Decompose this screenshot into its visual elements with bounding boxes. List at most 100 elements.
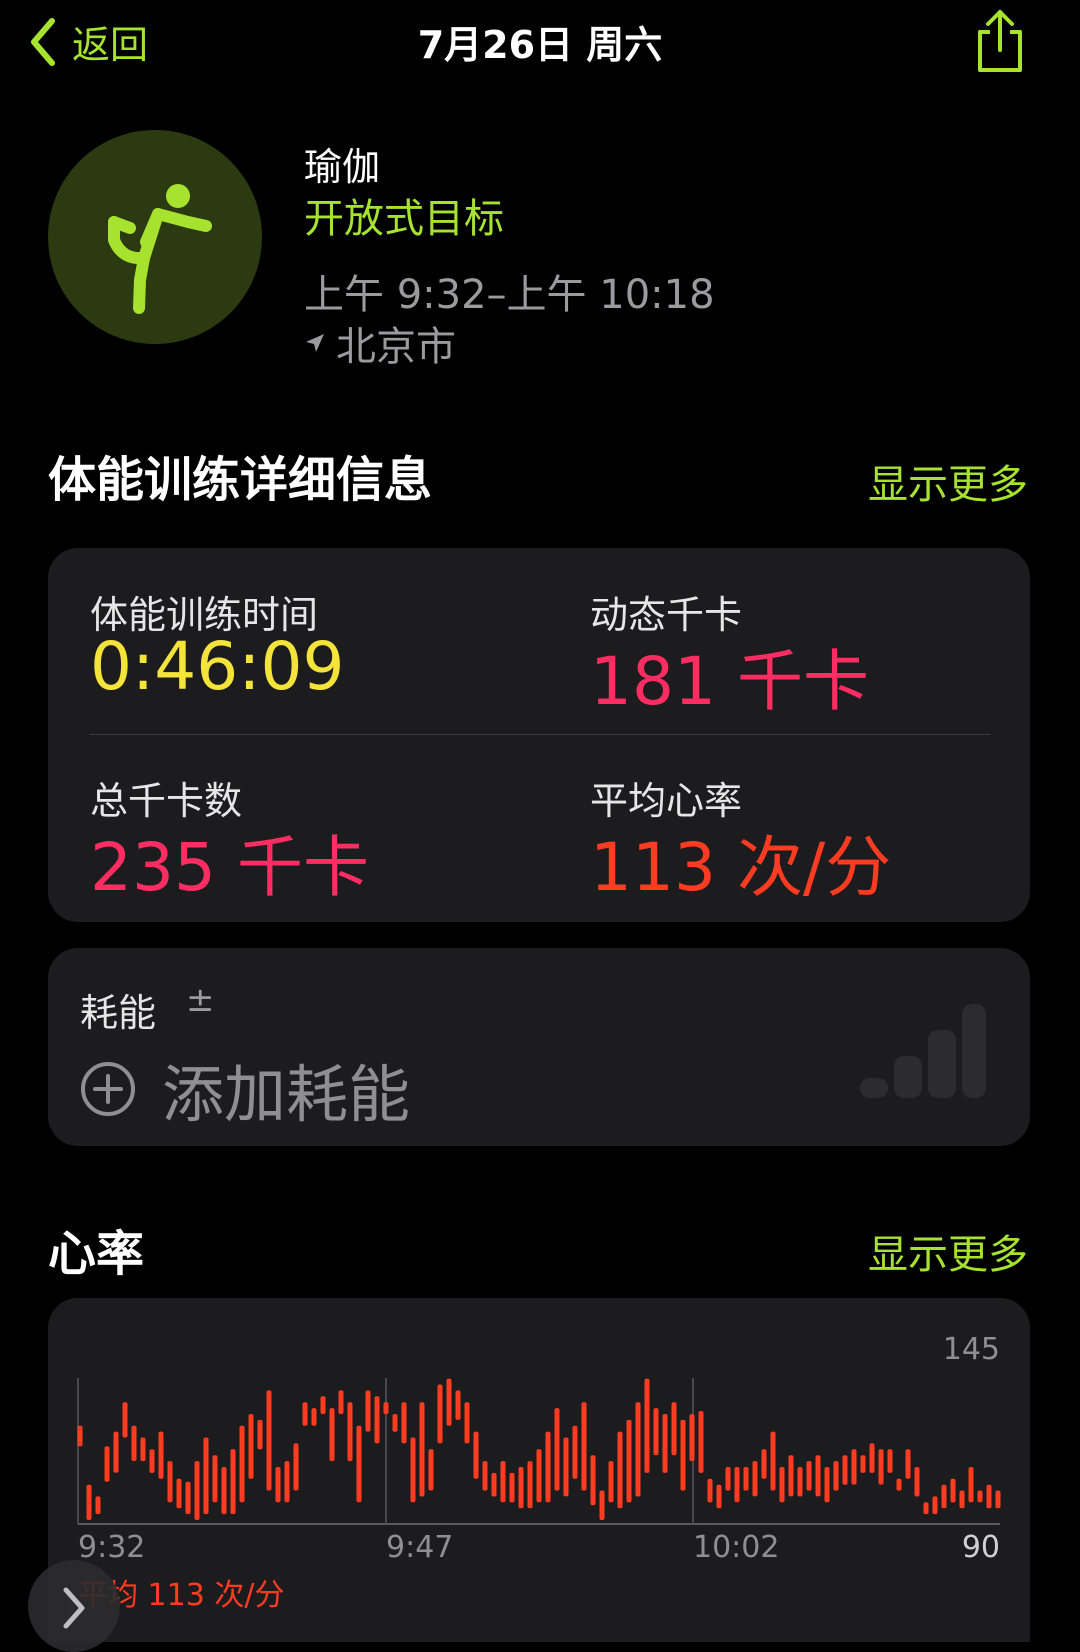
details-show-more-link[interactable]: 显示更多 xyxy=(868,452,1028,510)
plus-circle-icon xyxy=(81,1062,135,1116)
heart-rate-bar xyxy=(176,1478,182,1509)
heart-rate-bar xyxy=(959,1490,965,1509)
metric-value-duration: 0:46:09 xyxy=(90,628,345,705)
heart-rate-bar xyxy=(185,1481,191,1515)
heart-rate-bar xyxy=(815,1455,821,1497)
chart-y-min-label: 90 xyxy=(961,1530,1000,1565)
heart-rate-bar xyxy=(410,1437,416,1503)
heart-rate-bar xyxy=(869,1443,875,1473)
heart-rate-bar xyxy=(896,1478,902,1491)
heart-rate-bar xyxy=(437,1384,443,1444)
heart-rate-bar xyxy=(482,1461,488,1491)
heart-rate-bar xyxy=(239,1425,245,1503)
chart-x-label-3: 10:02 xyxy=(693,1530,780,1565)
metric-value-avg-hr: 113 次/分 xyxy=(590,829,892,906)
heart-rate-bar xyxy=(725,1467,731,1491)
heart-rate-bar xyxy=(653,1408,659,1456)
page-title: 7月26日 周六 xyxy=(417,23,663,67)
heart-rate-bar xyxy=(878,1449,884,1485)
heart-rate-card[interactable]: 145 90 9:32 9:47 10:02 平均 113 次/分 xyxy=(48,1298,1030,1642)
heart-rate-bar xyxy=(113,1431,119,1473)
effort-label: 耗能 xyxy=(80,991,157,1035)
heart-rate-bar xyxy=(617,1431,623,1509)
heart-rate-bar xyxy=(212,1455,218,1503)
heart-rate-bar xyxy=(491,1472,497,1497)
heart-rate-bar xyxy=(266,1390,272,1491)
heart-rate-bar xyxy=(383,1402,389,1414)
heart-rate-bar xyxy=(572,1425,578,1479)
heart-rate-bar xyxy=(131,1425,137,1461)
heart-rate-bar xyxy=(473,1431,479,1479)
heart-rate-bar xyxy=(104,1446,110,1482)
heart-rate-bar xyxy=(905,1449,911,1479)
heart-rate-bar xyxy=(635,1402,641,1497)
heart-rate-section-title: 心率 xyxy=(48,1226,145,1282)
details-section-title: 体能训练详细信息 xyxy=(48,452,433,508)
heart-rate-bar xyxy=(851,1449,857,1485)
plus-minus-icon: ± xyxy=(186,980,215,1020)
heart-rate-bar xyxy=(941,1484,947,1509)
metrics-divider xyxy=(90,734,990,735)
heart-rate-bar xyxy=(689,1414,695,1462)
heart-rate-bar xyxy=(527,1461,533,1509)
heart-rate-bar xyxy=(824,1467,830,1503)
workout-goal: 开放式目标 xyxy=(304,196,504,242)
share-button[interactable] xyxy=(972,8,1028,78)
heart-rate-bar xyxy=(662,1414,668,1473)
heart-rate-bar xyxy=(149,1449,155,1473)
heart-rate-bar xyxy=(581,1402,587,1491)
heart-rate-bar xyxy=(563,1437,569,1497)
heart-rate-bar xyxy=(779,1467,785,1503)
heart-rate-bar xyxy=(806,1461,812,1491)
heart-rate-bar xyxy=(86,1484,92,1520)
add-effort-button[interactable]: 添加耗能 xyxy=(80,1044,410,1134)
add-effort-label: 添加耗能 xyxy=(162,1058,411,1131)
heart-rate-bar xyxy=(455,1390,461,1420)
effort-bars-icon xyxy=(860,1004,986,1098)
heart-rate-bar xyxy=(698,1411,704,1473)
heart-rate-bar xyxy=(626,1419,632,1503)
heart-rate-bar xyxy=(707,1478,713,1503)
heart-rate-bar xyxy=(734,1467,740,1503)
heart-rate-bar xyxy=(500,1461,506,1503)
heart-rate-bar xyxy=(761,1449,767,1479)
chevron-right-icon xyxy=(63,1587,85,1629)
heart-rate-bar xyxy=(122,1402,128,1438)
heart-rate-bar xyxy=(446,1378,452,1426)
share-icon xyxy=(978,10,1022,72)
heart-rate-bar xyxy=(509,1472,515,1503)
heart-rate-bar xyxy=(320,1396,326,1414)
details-card[interactable]: 体能训练时间 0:46:09 动态千卡 181 千卡 总千卡数 235 千卡 平… xyxy=(48,548,1030,922)
workout-location: 北京市 xyxy=(304,314,456,372)
metric-value-active-kcal: 181 千卡 xyxy=(590,643,869,720)
heart-rate-bar xyxy=(518,1467,524,1509)
heart-rate-bar xyxy=(365,1390,371,1432)
heart-rate-bar xyxy=(833,1461,839,1491)
heart-rate-bar xyxy=(995,1490,1001,1509)
heart-rate-bar xyxy=(644,1378,650,1473)
heart-rate-bar xyxy=(194,1461,200,1520)
heart-rate-bar xyxy=(671,1402,677,1456)
heart-rate-bar xyxy=(221,1467,227,1515)
chart-y-max-label: 145 xyxy=(942,1332,1000,1367)
heart-rate-bar xyxy=(743,1467,749,1491)
heart-rate-bar xyxy=(338,1390,344,1414)
location-arrow-icon xyxy=(306,334,324,352)
heart-rate-show-more-link[interactable]: 显示更多 xyxy=(868,1222,1028,1280)
heart-rate-bar xyxy=(158,1431,164,1479)
heart-rate-bar xyxy=(887,1449,893,1473)
heart-rate-bar xyxy=(392,1414,398,1432)
heart-rate-bar xyxy=(401,1402,407,1444)
heart-rate-bar xyxy=(347,1402,353,1462)
heart-rate-bar xyxy=(950,1478,956,1503)
scroll-next-button[interactable] xyxy=(28,1560,120,1652)
chart-x-label-2: 9:47 xyxy=(386,1530,454,1565)
heart-rate-bar xyxy=(140,1437,146,1462)
heart-rate-bar xyxy=(419,1402,425,1497)
heart-rate-bar xyxy=(599,1490,605,1520)
heart-rate-bar xyxy=(428,1449,434,1491)
heart-rate-bar xyxy=(986,1484,992,1509)
heart-rate-bar xyxy=(77,1425,83,1447)
heart-rate-bar xyxy=(374,1396,380,1444)
effort-card[interactable]: 耗能 ± 添加耗能 xyxy=(48,948,1030,1146)
